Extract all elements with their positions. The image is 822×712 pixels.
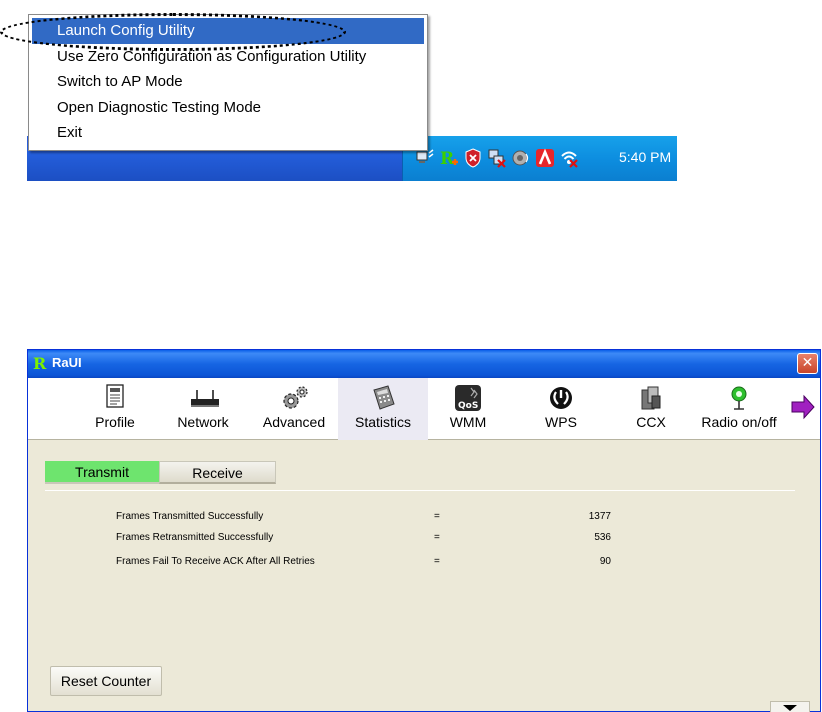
qos-icon: QoS <box>453 384 483 412</box>
toolbar-ccx-button[interactable]: CCX <box>628 378 674 440</box>
arrow-right-icon[interactable] <box>790 394 816 420</box>
tab-transmit[interactable]: Transmit <box>45 461 159 484</box>
shield-icon[interactable] <box>463 148 483 168</box>
toolbar-network-button[interactable]: Network <box>168 378 238 440</box>
window-title: RaUI <box>52 355 82 370</box>
stat-equals: = <box>434 532 440 543</box>
title-bar[interactable]: R RaUI ✕ <box>28 350 820 378</box>
toolbar-label: Advanced <box>262 414 326 430</box>
stat-equals: = <box>434 511 440 522</box>
toolbar-label: Radio on/off <box>701 414 777 430</box>
toolbar-wps-button[interactable]: WPS <box>536 378 586 440</box>
toolbar-label: WPS <box>545 414 577 430</box>
volume-icon[interactable] <box>511 148 531 168</box>
toolbar-label: CCX <box>636 414 666 430</box>
reset-counter-button[interactable]: Reset Counter <box>50 666 162 696</box>
toolbar-label: WMM <box>449 414 487 430</box>
antivirus-icon[interactable] <box>535 148 555 168</box>
stat-value: 1377 <box>588 511 611 522</box>
gears-icon <box>279 384 309 412</box>
chevron-down-icon[interactable] <box>770 701 810 712</box>
ccx-icon <box>636 384 666 412</box>
svg-text:QoS: QoS <box>458 401 478 411</box>
profile-icon <box>100 384 130 412</box>
toolbar-label: Statistics <box>354 414 411 430</box>
toolbar-wmm-button[interactable]: QoS WMM <box>443 378 493 440</box>
stat-row: Frames Retransmitted Successfully = 536 <box>28 532 820 552</box>
menu-item-exit[interactable]: Exit <box>32 120 424 146</box>
statistics-panel: Transmit Receive Frames Transmitted Succ… <box>28 441 820 712</box>
stat-label: Frames Transmitted Successfully <box>116 511 264 522</box>
close-button[interactable]: ✕ <box>797 353 818 374</box>
network-disconnected-icon[interactable] <box>487 148 507 168</box>
calculator-icon <box>368 384 398 412</box>
toolbar-profile-button[interactable]: Profile <box>86 378 144 440</box>
highlight-ellipse <box>0 13 346 51</box>
stat-equals: = <box>434 556 440 567</box>
stat-row: Frames Transmitted Successfully = 1377 <box>28 511 820 531</box>
stat-value: 536 <box>594 532 611 543</box>
stat-label: Frames Retransmitted Successfully <box>116 532 274 543</box>
toolbar-label: Network <box>177 414 229 430</box>
toolbar-statistics-button[interactable]: Statistics <box>338 378 428 440</box>
system-tray: R 5:40 PM <box>402 136 677 181</box>
raui-window: R RaUI ✕ Profile Network Advanced Statis… <box>27 349 821 712</box>
network-icon[interactable] <box>415 148 435 168</box>
toolbar-radio-button[interactable]: Radio on/off <box>694 378 784 440</box>
ralink-icon[interactable]: R <box>439 148 459 168</box>
toolbar: Profile Network Advanced Statistics QoS … <box>28 378 820 440</box>
ralink-logo-icon: R <box>33 354 47 373</box>
stat-label: Frames Fail To Receive ACK After All Ret… <box>116 556 315 567</box>
menu-item-switch-to-ap-mode[interactable]: Switch to AP Mode <box>32 69 424 95</box>
toolbar-advanced-button[interactable]: Advanced <box>256 378 332 440</box>
radio-icon <box>724 384 754 412</box>
menu-item-open-diagnostic-testing-mode[interactable]: Open Diagnostic Testing Mode <box>32 95 424 121</box>
stat-value: 90 <box>599 556 611 567</box>
stat-row: Frames Fail To Receive ACK After All Ret… <box>28 556 820 576</box>
toolbar-label: Profile <box>95 414 135 430</box>
clock[interactable]: 5:40 PM <box>619 149 671 165</box>
router-icon <box>188 384 219 412</box>
wps-icon <box>546 384 576 412</box>
wireless-icon[interactable] <box>559 148 579 168</box>
svg-text:R: R <box>440 149 455 168</box>
divider <box>45 490 795 491</box>
tab-receive[interactable]: Receive <box>159 461 276 484</box>
